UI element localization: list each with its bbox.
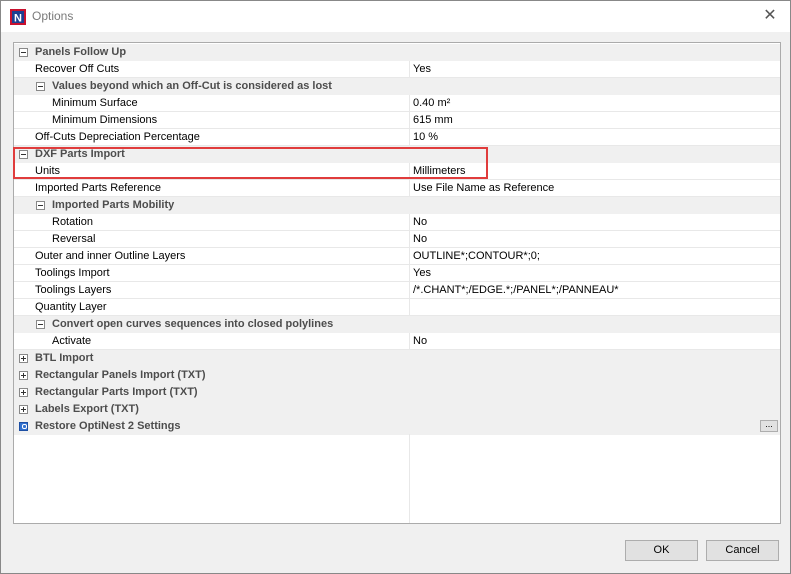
row-label: Quantity Layer — [35, 301, 107, 313]
column-divider — [409, 231, 410, 248]
column-divider — [409, 248, 410, 265]
row-label: Toolings Import — [35, 267, 110, 279]
row-label: Rectangular Parts Import (TXT) — [35, 386, 198, 398]
category-row[interactable]: DXF Parts Import — [14, 146, 780, 163]
category-row[interactable]: Panels Follow Up — [14, 44, 780, 61]
app-logo-icon: N — [10, 9, 26, 25]
category-row[interactable]: Imported Parts Mobility — [14, 197, 780, 214]
property-row[interactable]: Off-Cuts Depreciation Percentage 10 % — [14, 129, 780, 146]
property-row[interactable]: Rotation No — [14, 214, 780, 231]
row-value[interactable]: 0.40 m² — [413, 95, 450, 111]
property-row[interactable]: Minimum Surface 0.40 m² — [14, 95, 780, 112]
column-divider — [409, 112, 410, 129]
column-divider — [409, 95, 410, 112]
row-label: Rectangular Panels Import (TXT) — [35, 369, 206, 381]
row-label: Values beyond which an Off-Cut is consid… — [52, 80, 332, 92]
row-value[interactable]: Yes — [413, 61, 431, 77]
collapse-icon[interactable] — [19, 48, 28, 57]
property-row[interactable]: Toolings Import Yes — [14, 265, 780, 282]
column-divider — [409, 434, 410, 523]
close-icon[interactable]: ✕ — [762, 6, 778, 26]
window-title: Options — [32, 9, 74, 23]
row-value[interactable]: No — [413, 231, 427, 247]
column-divider — [409, 282, 410, 299]
property-row[interactable]: Units Millimeters — [14, 163, 780, 180]
row-value[interactable]: No — [413, 214, 427, 230]
column-divider — [409, 163, 410, 180]
category-row[interactable]: Labels Export (TXT) — [14, 401, 780, 418]
category-row[interactable]: Rectangular Parts Import (TXT) — [14, 384, 780, 401]
property-row[interactable]: Toolings Layers /*.CHANT*;/EDGE.*;/PANEL*… — [14, 282, 780, 299]
title-bar: N Options ✕ — [1, 1, 790, 32]
expand-icon[interactable] — [19, 354, 28, 363]
property-row[interactable]: Reversal No — [14, 231, 780, 248]
row-label: Units — [35, 165, 61, 177]
row-label: Toolings Layers — [35, 284, 112, 296]
category-row[interactable]: BTL Import — [14, 350, 780, 367]
category-row[interactable]: Convert open curves sequences into close… — [14, 316, 780, 333]
row-label: Off-Cuts Depreciation Percentage — [35, 131, 200, 143]
row-label: Restore OptiNest 2 Settings — [35, 420, 181, 432]
row-label: Minimum Dimensions — [52, 114, 158, 126]
row-value[interactable]: Millimeters — [413, 163, 466, 179]
column-divider — [409, 61, 410, 78]
row-value[interactable]: Yes — [413, 265, 431, 281]
row-label: Activate — [52, 335, 92, 347]
column-divider — [409, 214, 410, 231]
svg-text:N: N — [14, 13, 22, 25]
ok-button[interactable]: OK — [625, 540, 698, 561]
row-label: Reversal — [52, 233, 96, 245]
property-row[interactable]: Quantity Layer — [14, 299, 780, 316]
collapse-icon[interactable] — [19, 150, 28, 159]
property-row[interactable]: Recover Off Cuts Yes — [14, 61, 780, 78]
cancel-button[interactable]: Cancel — [706, 540, 779, 561]
row-label: Minimum Surface — [52, 97, 138, 109]
row-label: DXF Parts Import — [35, 148, 125, 160]
collapse-icon[interactable] — [36, 82, 45, 91]
expand-icon[interactable] — [19, 405, 28, 414]
row-label: Rotation — [52, 216, 93, 228]
row-label: Recover Off Cuts — [35, 63, 120, 75]
property-row[interactable]: Outer and inner Outline Layers OUTLINE*;C… — [14, 248, 780, 265]
row-value[interactable]: Use File Name as Reference — [413, 180, 554, 196]
row-value[interactable]: 10 % — [413, 129, 438, 145]
column-divider — [409, 299, 410, 316]
column-divider — [409, 265, 410, 282]
property-row[interactable]: Imported Parts Reference Use File Name as… — [14, 180, 780, 197]
row-label: Outer and inner Outline Layers — [35, 250, 186, 262]
property-row[interactable]: Activate No — [14, 333, 780, 350]
category-row[interactable]: Values beyond which an Off-Cut is consid… — [14, 78, 780, 95]
ellipsis-button[interactable]: ... — [760, 420, 778, 432]
expand-icon[interactable] — [19, 371, 28, 380]
column-divider — [409, 180, 410, 197]
row-value[interactable]: 615 mm — [413, 112, 453, 128]
row-label: Imported Parts Reference — [35, 182, 161, 194]
action-row[interactable]: Restore OptiNest 2 Settings... — [14, 418, 780, 435]
row-value[interactable]: No — [413, 333, 427, 349]
restore-icon — [19, 422, 28, 431]
options-dialog: N Options ✕ Panels Follow Up Recover Off … — [0, 0, 791, 574]
property-grid: Panels Follow Up Recover Off Cuts Yes Value… — [13, 42, 781, 524]
row-label: Imported Parts Mobility — [52, 199, 175, 211]
row-label: Panels Follow Up — [35, 46, 127, 58]
property-row[interactable]: Minimum Dimensions 615 mm — [14, 112, 780, 129]
row-label: Labels Export (TXT) — [35, 403, 139, 415]
category-row[interactable]: Rectangular Panels Import (TXT) — [14, 367, 780, 384]
column-divider — [409, 129, 410, 146]
row-label: Convert open curves sequences into close… — [52, 318, 334, 330]
collapse-icon[interactable] — [36, 201, 45, 210]
expand-icon[interactable] — [19, 388, 28, 397]
collapse-icon[interactable] — [36, 320, 45, 329]
row-value[interactable]: /*.CHANT*;/EDGE.*;/PANEL*;/PANNEAU* — [413, 282, 619, 298]
row-label: BTL Import — [35, 352, 94, 364]
row-value[interactable]: OUTLINE*;CONTOUR*;0; — [413, 248, 540, 264]
column-divider — [409, 333, 410, 350]
